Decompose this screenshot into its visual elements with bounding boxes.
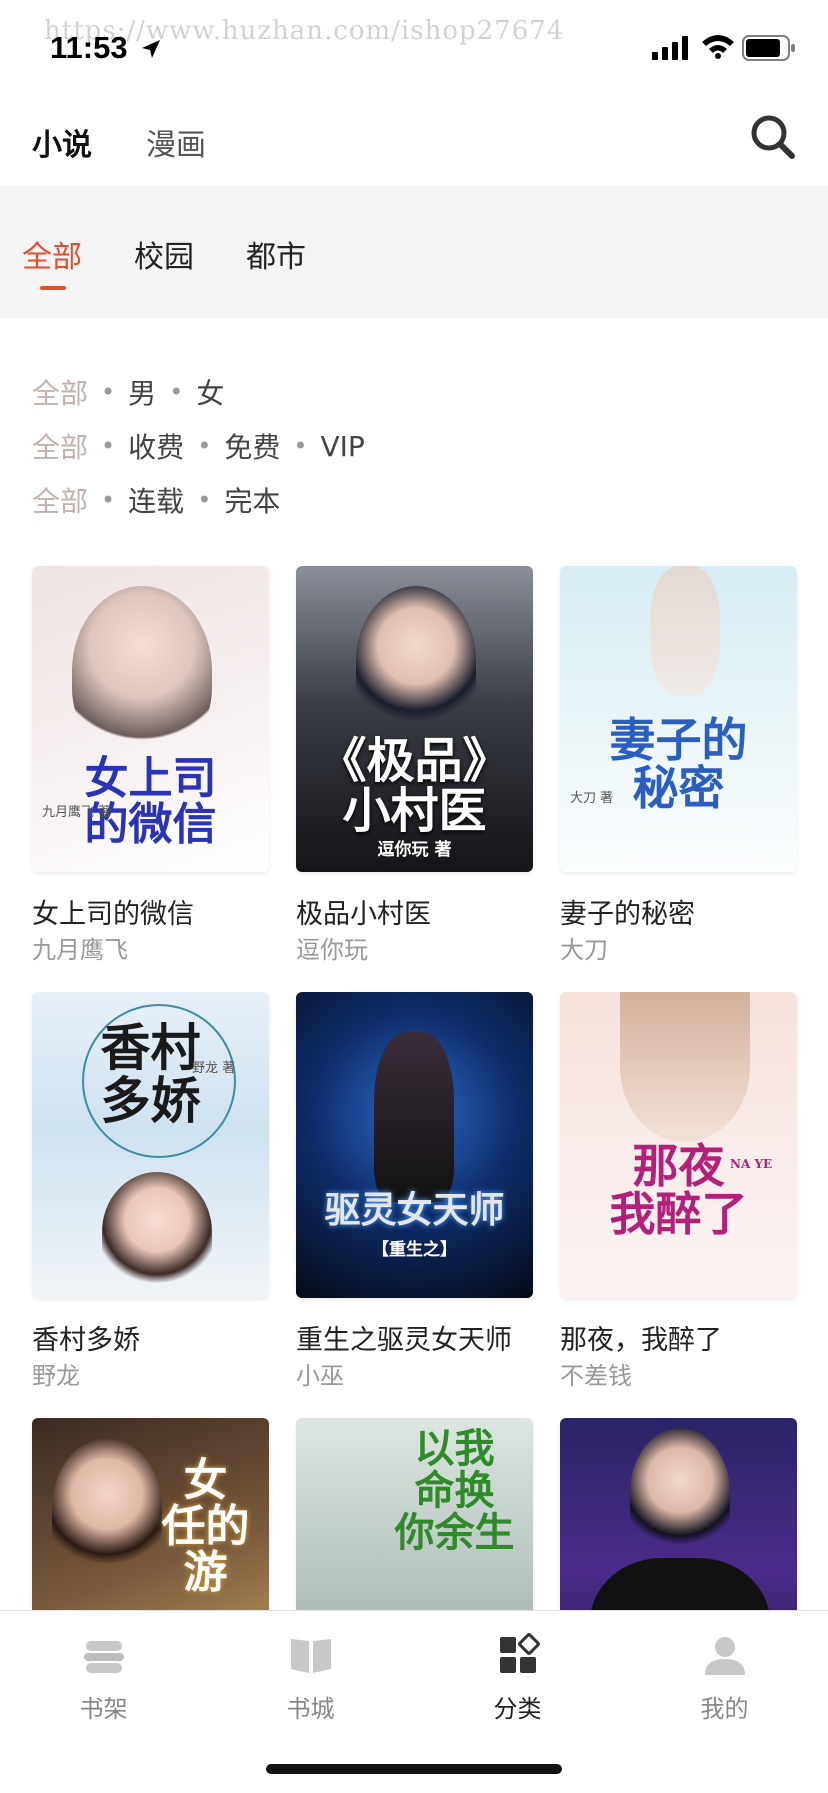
separator-dot: • [197,486,212,514]
book-author: 九月鹰飞 [32,936,128,964]
cover-illustration [72,586,212,756]
search-icon[interactable] [748,112,798,162]
status-bar: https://www.huzhan.com/ishop27674 11:53 [0,0,828,96]
book-cover[interactable]: 香村 多娇 野龙 著 [32,992,269,1298]
filter-row-gender: 全部 • 男 • 女 [32,372,224,412]
tab-bookstore[interactable]: 书城 [207,1611,414,1741]
tab-category[interactable]: 分类 [414,1611,621,1741]
filter-status-complete[interactable]: 完本 [224,480,280,520]
book-author: 不差钱 [560,1362,632,1390]
tab-novel[interactable]: 小说 [32,120,92,164]
active-tab-indicator [40,286,66,290]
cover-author: 野龙 著 [192,1061,236,1076]
clock: 11:53 [50,30,128,65]
book-author: 大刀 [560,936,608,964]
cover-illustration [374,1032,454,1202]
separator-dot: • [293,432,308,460]
tab-label: 我的 [700,1695,749,1723]
cover-title: 驱灵女天师 [324,1189,505,1231]
separator-dot: • [169,378,184,406]
cover-illustration [630,1428,730,1558]
cellular-signal-icon [652,36,688,60]
category-tab-all[interactable]: 全部 [22,232,82,276]
user-icon [705,1637,745,1675]
tab-profile[interactable]: 我的 [621,1611,828,1741]
bookshelf-icon [84,1641,124,1673]
filter-price-vip[interactable]: VIP [321,430,365,463]
category-tab-city[interactable]: 都市 [246,232,306,276]
filter-row-price: 全部 • 收费 • 免费 • VIP [32,426,365,466]
home-indicator [266,1764,562,1774]
category-icon [500,1633,540,1673]
book-card[interactable]: 那夜 我醉了 NA YE 那夜，我醉了 不差钱 [560,992,797,1390]
filter-status-all[interactable]: 全部 [32,480,88,520]
tab-bookshelf[interactable]: 书架 [0,1611,207,1741]
cover-illustration [102,1172,212,1292]
top-nav: 小说 漫画 [0,96,828,186]
cover-title: 女 任的 游 [161,1455,250,1599]
separator-dot: • [101,432,116,460]
tab-label: 书架 [79,1695,128,1723]
filter-price-free[interactable]: 免费 [224,426,280,466]
book-author: 野龙 [32,1362,80,1390]
cover-author: 逗你玩 著 [377,840,452,860]
category-tab-bar: 全部 校园 都市 [0,186,828,318]
wifi-icon [702,35,734,59]
filter-price-all[interactable]: 全部 [32,426,88,466]
book-cover[interactable]: 驱灵女天师 【重生之】 [296,992,533,1298]
cover-title: 以我 命换 你余生 [394,1425,515,1556]
separator-dot: • [101,486,116,514]
filter-gender-male[interactable]: 男 [128,372,156,412]
tab-label: 书城 [286,1695,335,1723]
cover-illustration [356,586,476,736]
cover-title: 《极品》 小村医 [318,733,511,840]
book-title[interactable]: 那夜，我醉了 [560,1318,722,1357]
filter-status-serializing[interactable]: 连载 [128,480,184,520]
separator-dot: • [101,378,116,406]
cover-subtitle: 【重生之】 [372,1240,457,1260]
book-title[interactable]: 妻子的秘密 [560,892,695,931]
book-card[interactable]: 女上司 的微信 九月鹰飞 著 女上司的微信 九月鹰飞 [32,566,269,964]
book-card[interactable]: 香村 多娇 野龙 著 香村多娇 野龙 [32,992,269,1390]
cover-subtitle: NA YE [730,1157,773,1171]
book-cover[interactable]: 那夜 我醉了 NA YE [560,992,797,1298]
book-card[interactable]: 《极品》 小村医 逗你玩 著 极品小村医 逗你玩 [296,566,533,964]
cover-author: 大刀 著 [570,791,614,806]
cover-illustration [650,566,720,696]
tab-comic[interactable]: 漫画 [146,120,206,164]
cover-author: 九月鹰飞 著 [42,805,112,820]
book-title[interactable]: 重生之驱灵女天师 [296,1318,512,1357]
book-cover[interactable]: 《极品》 小村医 逗你玩 著 [296,566,533,872]
cover-title: 女上司 的微信 [84,753,217,851]
book-cover[interactable]: 女上司 的微信 九月鹰飞 著 [32,566,269,872]
location-arrow-icon [142,40,160,58]
book-title[interactable]: 女上司的微信 [32,892,194,931]
filter-price-paid[interactable]: 收费 [128,426,184,466]
tab-label: 分类 [493,1695,542,1723]
separator-dot: • [197,432,212,460]
book-author: 逗你玩 [296,936,368,964]
book-icon [291,1639,331,1673]
book-cover[interactable]: 妻子的 秘密 大刀 著 [560,566,797,872]
filter-row-status: 全部 • 连载 • 完本 [32,480,280,520]
filter-gender-all[interactable]: 全部 [32,372,88,412]
book-title[interactable]: 香村多娇 [32,1318,140,1357]
category-tab-campus[interactable]: 校园 [134,232,194,276]
book-card[interactable]: 驱灵女天师 【重生之】 重生之驱灵女天师 小巫 [296,992,533,1390]
cover-illustration [620,992,750,1142]
book-author: 小巫 [296,1362,344,1390]
book-title[interactable]: 极品小村医 [296,892,431,931]
filter-gender-female[interactable]: 女 [196,372,224,412]
battery-icon [742,35,795,61]
book-card[interactable]: 妻子的 秘密 大刀 著 妻子的秘密 大刀 [560,566,797,964]
